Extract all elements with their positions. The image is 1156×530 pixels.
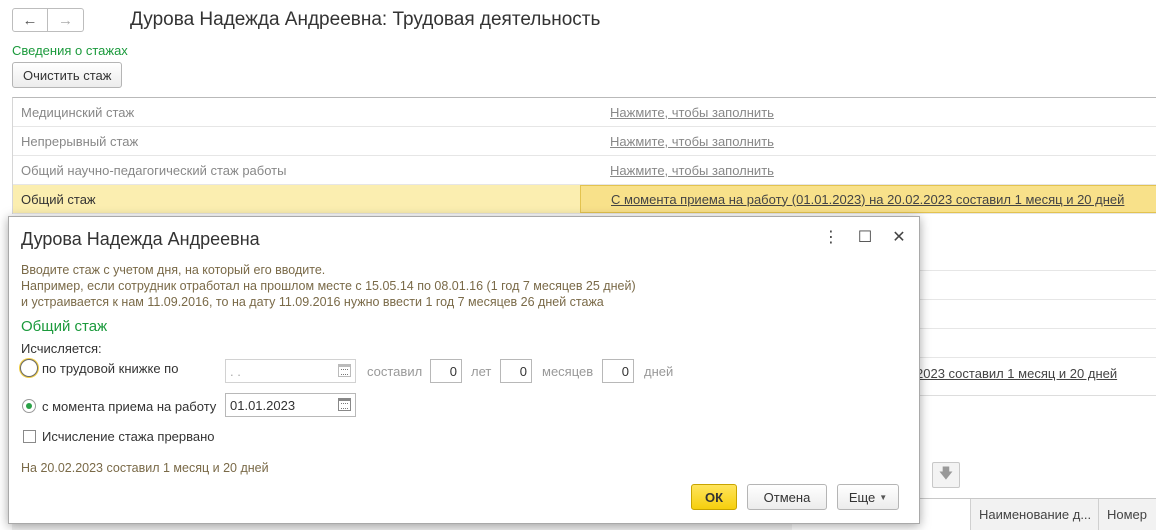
stazh-table: Медицинский стаж Нажмите, чтобы заполнит… <box>12 97 1156 214</box>
hint-line: Например, если сотрудник отработал на пр… <box>21 279 636 293</box>
sostavil-label: составил <box>367 364 423 379</box>
stazh-row-continuous[interactable]: Непрерывный стаж Нажмите, чтобы заполнит… <box>13 127 1156 156</box>
dialog-title: Дурова Надежда Андреевна <box>21 229 260 249</box>
dialog-subtitle: Общий стаж <box>21 318 108 335</box>
calc-label: Исчисляется: <box>21 341 102 356</box>
days-label: дней <box>644 364 674 379</box>
dialog-window-controls: ⋮ ☐ ✕ <box>823 229 907 247</box>
years-label: лет <box>471 364 492 379</box>
section-title: Сведения о стажах <box>12 43 128 58</box>
stazh-value-link[interactable]: Нажмите, чтобы заполнить <box>580 105 1156 120</box>
calendar-icon[interactable] <box>338 364 351 377</box>
more-button[interactable]: Еще ▼ <box>837 484 899 510</box>
navigation-buttons: ← → <box>12 8 84 32</box>
close-icon[interactable]: ✕ <box>891 229 907 247</box>
chevron-down-icon: ▼ <box>879 492 888 502</box>
stazh-row-science[interactable]: Общий научно-педагогический стаж работы … <box>13 156 1156 185</box>
hire-date-input[interactable]: 01.01.2023 <box>225 393 356 417</box>
ok-button[interactable]: ОК <box>691 484 737 510</box>
stazh-value-link[interactable]: Нажмите, чтобы заполнить <box>580 163 1156 178</box>
maximize-icon[interactable]: ☐ <box>857 229 873 247</box>
more-button-label: Еще <box>848 489 876 505</box>
table-header-number[interactable]: Номер <box>1098 499 1156 530</box>
stazh-value-link[interactable]: Нажмите, чтобы заполнить <box>580 134 1156 149</box>
dialog-hint: Вводите стаж с учетом дня, на который ег… <box>21 262 636 310</box>
radio-by-workbook[interactable] <box>20 359 38 377</box>
days-input[interactable]: 0 <box>602 359 634 383</box>
hire-date-value: 01.01.2023 <box>230 397 296 413</box>
interrupted-label[interactable]: Исчисление стажа прервано <box>42 429 215 444</box>
interrupted-checkbox[interactable] <box>23 430 36 443</box>
background-total-value: 2023 составил 1 месяц и 20 дней <box>916 366 1118 381</box>
years-input[interactable]: 0 <box>430 359 462 383</box>
months-label: месяцев <box>542 364 594 379</box>
stazh-row-total[interactable]: Общий стаж С момента приема на работу (0… <box>13 185 1156 214</box>
radio-from-hire-label[interactable]: с момента приема на работу <box>42 399 216 414</box>
stazh-row-medical[interactable]: Медицинский стаж Нажмите, чтобы заполнит… <box>13 98 1156 127</box>
hint-line: Вводите стаж с учетом дня, на который ег… <box>21 263 326 277</box>
radio-from-hire[interactable] <box>22 399 36 413</box>
stazh-name: Общий научно-педагогический стаж работы <box>21 162 287 178</box>
forward-arrow-icon[interactable]: → <box>48 8 84 32</box>
divider <box>916 395 1156 396</box>
cancel-button[interactable]: Отмена <box>747 484 827 510</box>
workbook-date-value: . . <box>230 363 241 379</box>
table-header-name[interactable]: Наименование д... <box>970 499 1098 530</box>
calendar-icon[interactable] <box>338 398 351 411</box>
stazh-name: Непрерывный стаж <box>21 133 139 149</box>
result-text: На 20.02.2023 составил 1 месяц и 20 дней <box>21 461 269 475</box>
radio-by-workbook-label[interactable]: по трудовой книжке по <box>42 361 178 376</box>
clear-stazh-button[interactable]: Очистить стаж <box>12 62 123 88</box>
back-arrow-icon[interactable]: ← <box>12 8 48 32</box>
page-title: Дурова Надежда Андреевна: Трудовая деяте… <box>130 9 601 30</box>
hint-line: и устраивается к нам 11.09.2016, то на д… <box>21 295 604 309</box>
dialog-buttons: ОК Отмена Еще ▼ <box>691 484 899 510</box>
stazh-dialog: Дурова Надежда Андреевна ⋮ ☐ ✕ Вводите с… <box>8 216 920 524</box>
more-vertical-icon[interactable]: ⋮ <box>823 229 839 247</box>
workbook-date-input[interactable]: . . <box>225 359 356 383</box>
stazh-name: Медицинский стаж <box>21 104 135 120</box>
stazh-name: Общий стаж <box>21 191 96 207</box>
stazh-value-link[interactable]: С момента приема на работу (01.01.2023) … <box>580 185 1156 213</box>
move-down-icon[interactable]: 🡇 <box>932 462 960 488</box>
months-input[interactable]: 0 <box>500 359 532 383</box>
